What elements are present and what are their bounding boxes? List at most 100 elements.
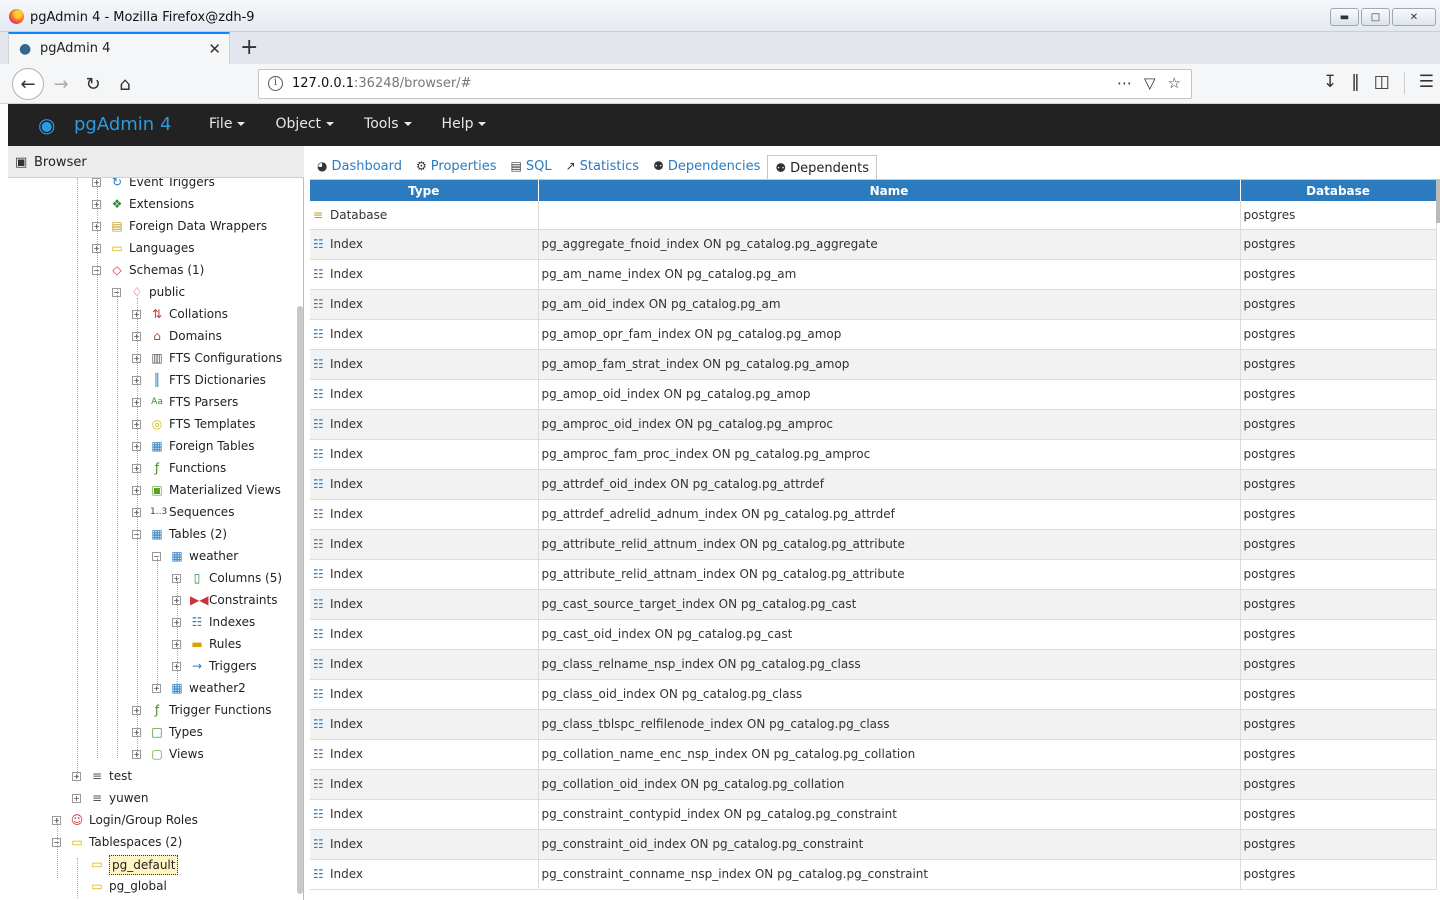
tree-node[interactable]: − ▭ Tablespaces (2) — [8, 832, 296, 852]
url-text[interactable]: 127.0.0.1:36248/browser/# — [292, 76, 471, 91]
table-row[interactable]: ☷ Index pg_amproc_fam_proc_index ON pg_cat… — [310, 439, 1437, 470]
tree-node[interactable]: + ƒ Functions — [8, 458, 296, 478]
cell-type: ☷ Index — [310, 829, 539, 860]
table-row[interactable]: ☷ Index pg_class_oid_index ON pg_catalog.p… — [310, 679, 1437, 710]
tree-node[interactable]: + □ Types — [8, 722, 296, 742]
table-row[interactable]: ☷ Index pg_am_name_index ON pg_catalog.pg_… — [310, 259, 1437, 290]
menu-help[interactable]: Help — [427, 104, 502, 146]
browser-panel-title: Browser — [34, 155, 87, 170]
table-row[interactable]: ☷ Index pg_attrdef_oid_index ON pg_catalog… — [310, 469, 1437, 500]
table-row[interactable]: ☷ Index pg_cast_oid_index ON pg_catalog.pg… — [310, 619, 1437, 650]
tree-node[interactable]: ▭ pg_global — [8, 876, 296, 896]
table-row[interactable]: ☷ Index pg_attribute_relid_attnum_index ON… — [310, 529, 1437, 560]
hamburger-menu-icon[interactable]: ☰ — [1419, 72, 1434, 94]
pocket-icon[interactable]: ▽ — [1144, 74, 1156, 92]
table-row[interactable]: ☷ Index pg_cast_source_target_index ON pg_… — [310, 589, 1437, 620]
expand-toggle-icon[interactable]: + — [72, 794, 81, 803]
extensions-icon: ❖ — [111, 197, 123, 211]
column-header-name[interactable]: Name — [538, 180, 1241, 201]
tree-node[interactable]: + ▬ Rules — [8, 634, 296, 654]
tree-node[interactable]: + ❖ Extensions — [8, 194, 296, 214]
new-tab-button[interactable]: + — [240, 35, 258, 60]
tree-node[interactable]: − ▦ weather — [8, 546, 296, 566]
library-icon[interactable]: ‖ — [1351, 72, 1360, 94]
cell-type: ☷ Index — [310, 319, 539, 350]
tree-node[interactable]: + → Triggers — [8, 656, 296, 676]
table-row[interactable]: ☷ Index pg_amop_oid_index ON pg_catalog.pg… — [310, 379, 1437, 410]
tree-node[interactable]: + ▦ Foreign Tables — [8, 436, 296, 456]
tree-node[interactable]: + ≡ test — [8, 766, 296, 786]
table-row[interactable]: ☷ Index pg_constraint_oid_index ON pg_cata… — [310, 829, 1437, 860]
tree-node[interactable]: − ♢ public — [8, 282, 296, 302]
tree-node[interactable]: + ▥ FTS Configurations — [8, 348, 296, 368]
table-row[interactable]: ☷ Index pg_am_oid_index ON pg_catalog.pg_a… — [310, 289, 1437, 320]
forward-button[interactable]: → — [46, 70, 76, 98]
grid-scrollbar[interactable] — [1436, 179, 1440, 223]
table-row[interactable]: ☷ Index pg_aggregate_fnoid_index ON pg_cat… — [310, 229, 1437, 260]
table-row[interactable]: ≡ Database postgres — [310, 201, 1437, 230]
tree-node[interactable]: + ▯ Columns (5) — [8, 568, 296, 588]
back-button[interactable]: ← — [12, 68, 44, 100]
page-actions-menu-icon[interactable]: ⋯ — [1117, 74, 1132, 92]
tab-sql[interactable]: ▤ SQL — [503, 154, 558, 180]
minimize-button[interactable]: ▬ — [1330, 8, 1359, 26]
menu-file[interactable]: File — [194, 104, 260, 146]
tree-scrollbar[interactable] — [297, 306, 303, 894]
browser-tab[interactable]: ● pgAdmin 4 ✕ — [8, 32, 230, 64]
column-header-type[interactable]: Type — [310, 180, 539, 201]
tree-node[interactable]: + ║ FTS Dictionaries — [8, 370, 296, 390]
sidebar-icon[interactable]: ◫ — [1374, 72, 1390, 94]
tree-node[interactable]: + ▣ Materialized Views — [8, 480, 296, 500]
tab-statistics[interactable]: ↗ Statistics — [559, 154, 647, 180]
table-row[interactable]: ☷ Index pg_constraint_conname_nsp_index ON… — [310, 859, 1437, 890]
tree-node[interactable]: + Aa FTS Parsers — [8, 392, 296, 412]
table-row[interactable]: ☷ Index pg_amproc_oid_index ON pg_catalog.… — [310, 409, 1437, 440]
maximize-button[interactable]: □ — [1361, 8, 1390, 26]
tab-properties[interactable]: ⚙ Properties — [409, 154, 503, 180]
close-window-button[interactable]: ✕ — [1392, 8, 1436, 26]
column-header-database[interactable]: Database — [1240, 180, 1437, 201]
tree-node[interactable]: + ▶◀ Constraints — [8, 590, 296, 610]
tree-node[interactable]: + ▦ weather2 — [8, 678, 296, 698]
menu-tools[interactable]: Tools — [349, 104, 427, 146]
tab-dependents[interactable]: ⚉ Dependents — [767, 155, 877, 181]
tree-node[interactable]: + ▭ Languages — [8, 238, 296, 258]
table-row[interactable]: ☷ Index pg_attribute_relid_attnam_index ON… — [310, 559, 1437, 590]
tree-node[interactable]: + ↻ Event Triggers — [8, 178, 296, 192]
home-button[interactable]: ⌂ — [110, 70, 140, 98]
tree-node[interactable]: + ☷ Indexes — [8, 612, 296, 632]
index-icon: ☷ — [313, 297, 324, 312]
site-info-icon[interactable]: i — [268, 76, 283, 91]
bookmark-star-icon[interactable]: ☆ — [1168, 74, 1181, 92]
tree-node[interactable]: + ☺ Login/Group Roles — [8, 810, 296, 830]
table-row[interactable]: ☷ Index pg_class_tblspc_relfilenode_index … — [310, 709, 1437, 740]
pgadmin-title[interactable]: pgAdmin 4 — [74, 114, 171, 135]
tree-node[interactable]: − ◇ Schemas (1) — [8, 260, 296, 280]
tree-node[interactable]: +1..3 Sequences — [8, 502, 296, 522]
tree-node[interactable]: + ▤ Foreign Data Wrappers — [8, 216, 296, 236]
tree-node[interactable]: + ƒ Trigger Functions — [8, 700, 296, 720]
table-row[interactable]: ☷ Index pg_collation_name_enc_nsp_index ON… — [310, 739, 1437, 770]
tab-dashboard[interactable]: ◕ Dashboard — [310, 154, 409, 180]
tree-node[interactable]: + ⇅ Collations — [8, 304, 296, 324]
table-row[interactable]: ☷ Index pg_constraint_contypid_index ON pg… — [310, 799, 1437, 830]
table-row[interactable]: ☷ Index pg_class_relname_nsp_index ON pg_c… — [310, 649, 1437, 680]
tree-node[interactable]: + ⌂ Domains — [8, 326, 296, 346]
table-row[interactable]: ☷ Index pg_amop_fam_strat_index ON pg_cata… — [310, 349, 1437, 380]
cell-name: pg_amop_fam_strat_index ON pg_catalog.pg… — [538, 349, 1241, 380]
table-row[interactable]: ☷ Index pg_amop_opr_fam_index ON pg_catalo… — [310, 319, 1437, 350]
downloads-icon[interactable]: ↧ — [1323, 72, 1337, 94]
tree-node[interactable]: − ▦ Tables (2) — [8, 524, 296, 544]
tree-node[interactable]: + ≡ yuwen — [8, 788, 296, 808]
tree-node[interactable]: + ◎ FTS Templates — [8, 414, 296, 434]
tree-node[interactable]: + ▢ Views — [8, 744, 296, 764]
url-bar[interactable]: i 127.0.0.1:36248/browser/# ⋯ ▽ ☆ — [258, 69, 1192, 99]
menu-object[interactable]: Object — [260, 104, 349, 146]
tab-dependencies[interactable]: ⚉ Dependencies — [646, 154, 767, 180]
reload-button[interactable]: ↻ — [78, 70, 108, 98]
table-row[interactable]: ☷ Index pg_collation_oid_index ON pg_catal… — [310, 769, 1437, 800]
close-tab-icon[interactable]: ✕ — [208, 40, 221, 58]
tree-node[interactable]: ▭ pg_default — [8, 854, 296, 875]
table-row[interactable]: ☷ Index pg_attrdef_adrelid_adnum_index ON … — [310, 499, 1437, 530]
cell-name: pg_collation_name_enc_nsp_index ON pg_ca… — [538, 739, 1241, 770]
